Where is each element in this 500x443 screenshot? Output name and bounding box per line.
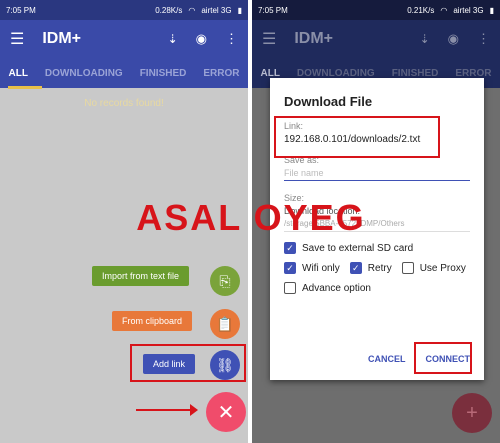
plus-icon: + bbox=[466, 401, 478, 424]
more-vert-icon[interactable]: ⋮ bbox=[477, 31, 490, 47]
sort-icon[interactable]: ⇣ bbox=[420, 32, 430, 46]
add-fab[interactable]: + bbox=[452, 393, 492, 433]
status-bar: 7:05 PM 0.28K/s ◠ airtel 3G ▮ bbox=[0, 0, 248, 20]
checkbox-checked-icon[interactable]: ✓ bbox=[284, 242, 296, 254]
close-icon: ✕ bbox=[217, 401, 235, 424]
tab-downloading[interactable]: DOWNLOADING bbox=[39, 68, 129, 79]
retry-checkbox[interactable]: ✓ bbox=[349, 262, 362, 274]
highlight-link bbox=[274, 116, 440, 158]
tab-error[interactable]: ERROR bbox=[197, 68, 245, 79]
status-time: 7:05 PM bbox=[258, 5, 288, 15]
wifi-only-checkbox[interactable]: ✓ bbox=[284, 262, 296, 274]
app-title: IDM+ bbox=[294, 30, 334, 47]
status-time: 7:05 PM bbox=[6, 5, 36, 15]
tab-error[interactable]: ERROR bbox=[449, 68, 497, 79]
battery-icon: ▮ bbox=[489, 5, 494, 15]
import-file-icon[interactable]: ⎘ bbox=[210, 266, 240, 296]
app-title: IDM+ bbox=[42, 30, 82, 47]
status-carrier: airtel 3G bbox=[201, 5, 232, 15]
advance-option-checkbox[interactable] bbox=[284, 282, 296, 294]
wifi-icon: ◠ bbox=[188, 5, 196, 15]
arrow-head-icon bbox=[190, 404, 198, 416]
advance-option[interactable]: Advance option bbox=[284, 282, 470, 294]
tab-finished[interactable]: FINISHED bbox=[134, 68, 193, 79]
watermark-text: ASAL OYEG bbox=[136, 197, 366, 238]
arrow-indicator bbox=[136, 409, 196, 411]
advance-option-label: Advance option bbox=[302, 282, 371, 294]
empty-message: No records found! bbox=[84, 98, 164, 109]
highlight-connect bbox=[414, 342, 472, 374]
clipboard-action-row: From clipboard bbox=[112, 311, 193, 331]
app-bar: ☰ IDM+ ⇣ ◉ ⋮ bbox=[0, 20, 248, 58]
file-name-input[interactable]: File name bbox=[284, 165, 470, 181]
status-speed: 0.21K/s bbox=[407, 5, 435, 15]
menu-icon[interactable]: ☰ bbox=[10, 29, 24, 49]
wifi-icon: ◠ bbox=[440, 5, 448, 15]
highlight-add-link bbox=[130, 344, 246, 382]
browser-icon[interactable]: ◉ bbox=[196, 31, 207, 47]
watermark-logo: ASAL OYEG bbox=[130, 194, 372, 242]
status-bar: 7:05 PM 0.21K/s ◠ airtel 3G ▮ bbox=[252, 0, 500, 20]
app-bar: ☰ IDM+ ⇣ ◉ ⋮ bbox=[252, 20, 500, 58]
tab-downloading[interactable]: DOWNLOADING bbox=[291, 68, 381, 79]
tab-bar: ALL DOWNLOADING FINISHED ERROR bbox=[0, 58, 248, 88]
import-action-row: Import from text file bbox=[92, 266, 190, 286]
sd-card-label: Save to external SD card bbox=[302, 242, 414, 254]
close-fab[interactable]: ✕ bbox=[206, 392, 246, 432]
tab-all[interactable]: ALL bbox=[2, 68, 33, 79]
use-proxy-checkbox[interactable] bbox=[401, 262, 414, 274]
menu-icon[interactable]: ☰ bbox=[262, 29, 276, 49]
sort-icon[interactable]: ⇣ bbox=[168, 32, 178, 46]
status-speed: 0.28K/s bbox=[155, 5, 183, 15]
sd-card-option[interactable]: ✓ Save to external SD card bbox=[284, 242, 470, 254]
retry-label: Retry bbox=[367, 262, 392, 274]
from-clipboard-button[interactable]: From clipboard bbox=[112, 311, 193, 331]
status-carrier: airtel 3G bbox=[453, 5, 484, 15]
clipboard-icon[interactable]: 📋 bbox=[210, 309, 240, 339]
network-options-row: ✓ Wifi only ✓ Retry Use Proxy bbox=[284, 262, 470, 274]
more-vert-icon[interactable]: ⋮ bbox=[225, 31, 238, 47]
wifi-only-label: Wifi only bbox=[302, 262, 340, 274]
battery-icon: ▮ bbox=[237, 5, 242, 15]
cancel-button[interactable]: CANCEL bbox=[368, 354, 406, 364]
use-proxy-label: Use Proxy bbox=[419, 262, 466, 274]
tab-all[interactable]: ALL bbox=[254, 68, 285, 79]
tab-finished[interactable]: FINISHED bbox=[386, 68, 445, 79]
dialog-title: Download File bbox=[284, 94, 373, 109]
browser-icon[interactable]: ◉ bbox=[448, 31, 459, 47]
import-from-text-button[interactable]: Import from text file bbox=[92, 266, 190, 286]
